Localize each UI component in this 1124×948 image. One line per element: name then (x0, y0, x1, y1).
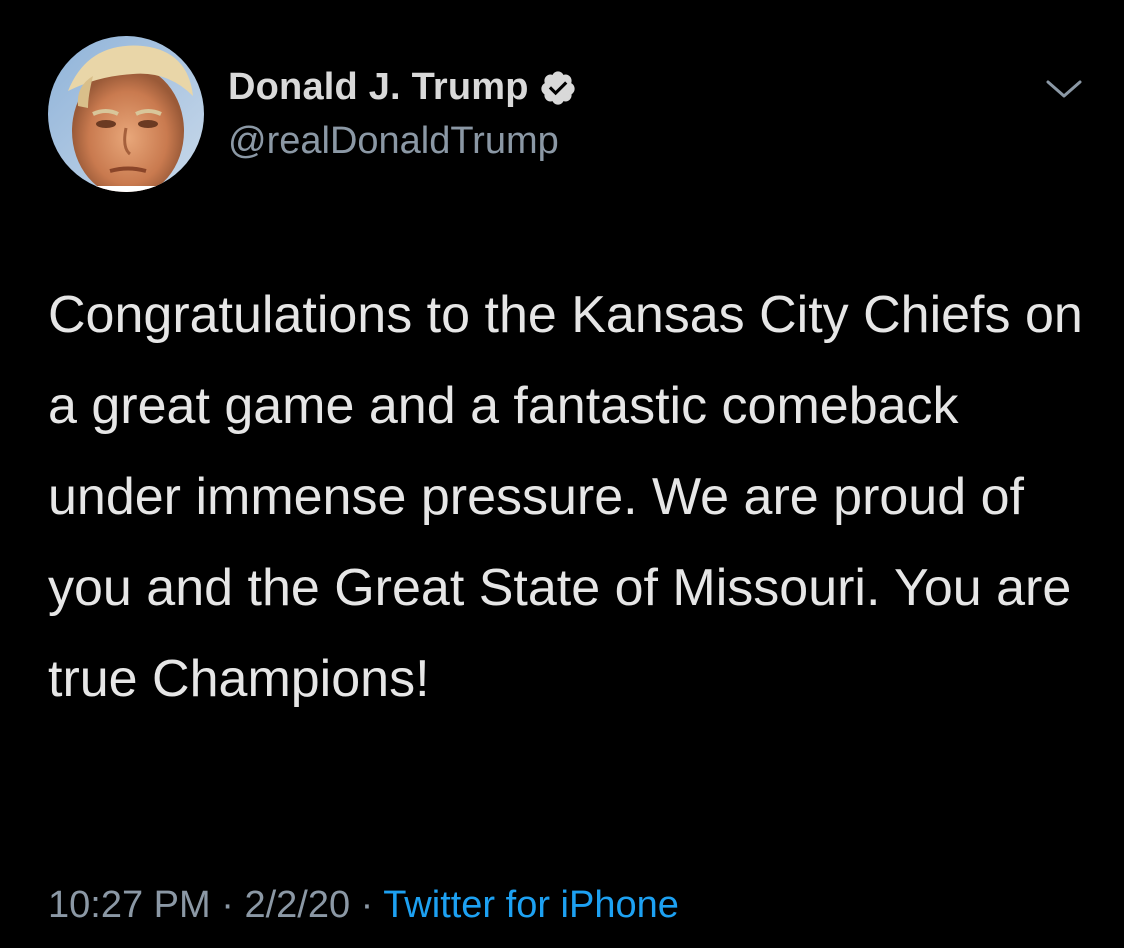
author-name-row[interactable]: Donald J. Trump (228, 66, 577, 109)
tweet-date[interactable]: 2/2/20 (244, 884, 350, 926)
verified-badge-icon (539, 69, 577, 107)
tweet-text: Congratulations to the Kansas City Chief… (48, 286, 1083, 708)
avatar[interactable] (48, 36, 204, 192)
tweet-time[interactable]: 10:27 PM (48, 884, 211, 926)
tweet-card: Donald J. Trump @realDonaldTrump Congrat… (0, 0, 1124, 948)
tweet-source-link[interactable]: Twitter for iPhone (383, 884, 679, 926)
meta-separator: · (360, 884, 374, 926)
avatar-portrait-image (48, 36, 204, 192)
author-handle[interactable]: @realDonaldTrump (228, 120, 559, 163)
meta-separator: · (221, 884, 234, 926)
tweet-meta: 10:27 PM · 2/2/20 · Twitter for iPhone (48, 884, 679, 927)
chevron-down-icon[interactable] (1044, 74, 1084, 104)
display-name[interactable]: Donald J. Trump (228, 66, 529, 109)
